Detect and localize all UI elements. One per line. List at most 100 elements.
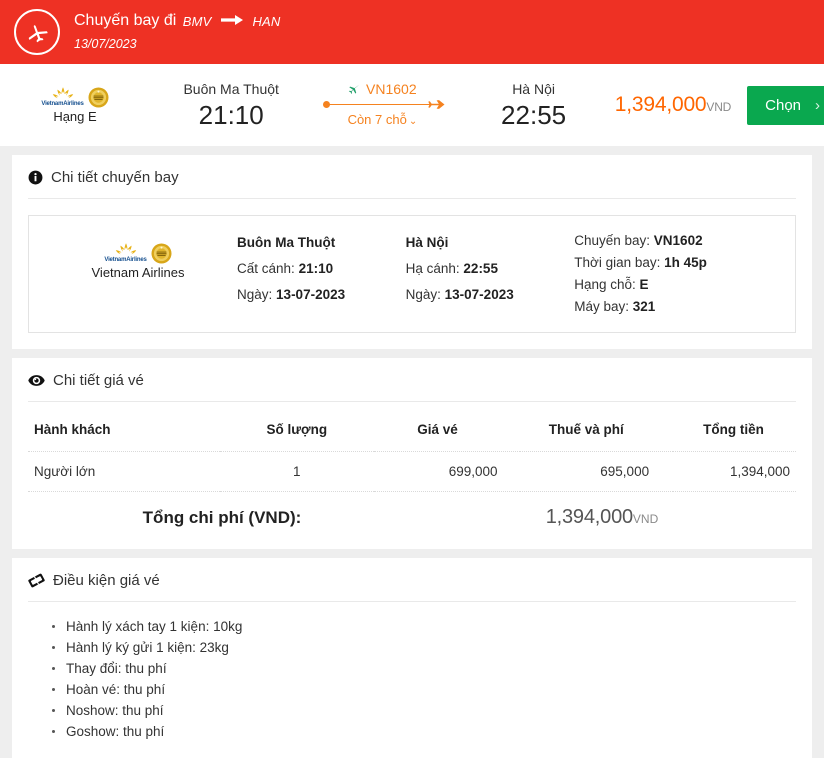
price-block: 1,394,000VND <box>615 93 747 117</box>
fare-table-header-row: Hành khách Số lượng Giá vé Thuế và phí T… <box>28 408 796 452</box>
cell-tax: 695,000 <box>520 452 674 492</box>
list-item: Noshow: thu phí <box>52 700 796 721</box>
list-item: Thay đổi: thu phí <box>52 658 796 679</box>
route-indicator: VN1602 Còn 7 chỗ⌄ <box>312 80 452 131</box>
detail-arrival-date-value: 13-07-2023 <box>445 287 514 302</box>
cell-passenger: Người lớn <box>28 452 220 492</box>
column-header-tax: Thuế và phí <box>520 408 674 452</box>
header-text-block: Chuyến bay đi BMV HAN 13/07/2023 <box>74 11 283 52</box>
detail-departure-time-label: Cất cánh: <box>237 261 295 276</box>
lotus-icon <box>111 242 141 258</box>
choose-button[interactable]: Chọn › <box>747 86 824 125</box>
grand-total-row: Tổng chi phí (VND): 1,394,000VND <box>28 492 796 533</box>
eye-icon <box>28 374 45 387</box>
fare-conditions-title: Điều kiện giá vé <box>28 572 796 602</box>
detail-class-row: Hạng chỗ: E <box>574 274 785 296</box>
grand-total-value: 1,394,000VND <box>412 506 792 529</box>
destination-code: HAN <box>252 14 280 29</box>
grand-total-currency: VND <box>633 512 658 526</box>
seats-remaining-label: Còn 7 chỗ <box>348 112 407 127</box>
detail-aircraft-value: 321 <box>633 299 656 314</box>
skyteam-badge-icon <box>88 87 109 108</box>
fare-conditions-card: Điều kiện giá vé Hành lý xách tay 1 kiện… <box>12 558 812 758</box>
flight-summary-bar[interactable]: VietnamAirlines Hạng E Buôn Ma Thuột 21:… <box>0 64 824 146</box>
flight-details-box: VietnamAirlines Vietnam Airlines Buôn Ma… <box>28 215 796 333</box>
route-bar <box>327 104 431 106</box>
column-header-total: Tổng tiền <box>673 408 796 452</box>
flight-details-airline: VietnamAirlines Vietnam Airlines <box>39 230 237 280</box>
page-title: Chuyến bay đi <box>74 13 176 30</box>
detail-arrival-time-value: 22:55 <box>463 261 498 276</box>
arrow-right-icon <box>221 11 243 31</box>
route-plane-icon <box>427 98 445 116</box>
flight-number: VN1602 <box>366 81 417 97</box>
vietnam-airlines-logo: VietnamAirlines <box>41 86 108 108</box>
route-line-graphic <box>323 99 441 111</box>
cell-total: 1,394,000 <box>673 452 796 492</box>
detail-aircraft-label: Máy bay: <box>574 299 629 314</box>
column-header-fare: Giá vé <box>374 408 520 452</box>
table-row: Người lớn 1 699,000 695,000 1,394,000 <box>28 452 796 492</box>
choose-button-label: Chọn <box>765 97 801 114</box>
cabin-class-label: Hạng E <box>53 109 96 124</box>
fare-conditions-list: Hành lý xách tay 1 kiện: 10kg Hành lý ký… <box>28 616 796 742</box>
detail-departure-column: Buôn Ma Thuột Cất cánh: 21:10 Ngày: 13-0… <box>237 230 406 308</box>
grand-total-amount: 1,394,000 <box>546 506 633 528</box>
detail-class-label: Hạng chỗ: <box>574 277 636 292</box>
detail-arrival-column: Hà Nội Hạ cánh: 22:55 Ngày: 13-07-2023 <box>406 230 575 308</box>
tag-icon <box>28 573 45 588</box>
detail-origin-city: Buôn Ma Thuột <box>237 230 406 256</box>
flight-details-title: Chi tiết chuyến bay <box>28 169 796 199</box>
detail-duration-row: Thời gian bay: 1h 45p <box>574 252 785 274</box>
skyteam-badge-icon <box>151 243 172 264</box>
lotus-logo-mark: VietnamAirlines <box>104 242 146 264</box>
airline-name: Vietnam Airlines <box>92 265 185 280</box>
lotus-logo-mark: VietnamAirlines <box>41 86 83 108</box>
column-header-passenger: Hành khách <box>28 408 220 452</box>
airline-logo-block: VietnamAirlines Hạng E <box>0 86 150 124</box>
detail-arrival-time-label: Hạ cánh: <box>406 261 460 276</box>
detail-flight-value: VN1602 <box>654 233 703 248</box>
detail-destination-city: Hà Nội <box>406 230 575 256</box>
header-title-line: Chuyến bay đi BMV HAN <box>74 11 283 31</box>
lotus-icon <box>48 86 78 102</box>
cell-fare: 699,000 <box>374 452 520 492</box>
detail-class-value: E <box>640 277 649 292</box>
small-plane-icon <box>348 84 360 95</box>
list-item: Goshow: thu phí <box>52 721 796 742</box>
list-item: Hành lý ký gửi 1 kiện: 23kg <box>52 637 796 658</box>
airline-wordmark: VietnamAirlines <box>104 257 146 264</box>
info-icon <box>28 170 43 185</box>
page-header: Chuyến bay đi BMV HAN 13/07/2023 <box>0 0 824 64</box>
detail-arrival-time-row: Hạ cánh: 22:55 <box>406 256 575 282</box>
cell-quantity: 1 <box>220 452 374 492</box>
flight-number-row: VN1602 <box>312 80 452 98</box>
fare-table: Hành khách Số lượng Giá vé Thuế và phí T… <box>28 408 796 492</box>
detail-arrival-date-label: Ngày: <box>406 287 441 302</box>
detail-departure-time-value: 21:10 <box>299 261 334 276</box>
price-amount: 1,394,000 <box>615 93 707 116</box>
destination-city: Hà Nội <box>452 79 614 99</box>
arrival-block: Hà Nội 22:55 <box>452 79 614 131</box>
detail-flight-label: Chuyến bay: <box>574 233 650 248</box>
flight-details-card: Chi tiết chuyến bay VietnamAirlines <box>12 155 812 349</box>
fare-details-title-text: Chi tiết giá vé <box>53 372 144 389</box>
departure-time: 21:10 <box>150 99 312 131</box>
airplane-icon <box>14 9 60 55</box>
fare-details-card: Chi tiết giá vé Hành khách Số lượng Giá … <box>12 358 812 549</box>
departure-block: Buôn Ma Thuột 21:10 <box>150 79 312 131</box>
detail-duration-value: 1h 45p <box>664 255 707 270</box>
detail-flight-row: Chuyến bay: VN1602 <box>574 230 785 252</box>
airline-wordmark: VietnamAirlines <box>41 101 83 108</box>
detail-departure-date-label: Ngày: <box>237 287 272 302</box>
price-currency: VND <box>706 100 731 114</box>
detail-departure-time-row: Cất cánh: 21:10 <box>237 256 406 282</box>
grand-total-label: Tổng chi phí (VND): <box>32 508 412 528</box>
vietnam-airlines-logo: VietnamAirlines <box>104 242 171 264</box>
chevron-down-icon: ⌄ <box>409 116 417 127</box>
fare-conditions-title-text: Điều kiện giá vé <box>53 572 160 589</box>
list-item: Hành lý xách tay 1 kiện: 10kg <box>52 616 796 637</box>
origin-code: BMV <box>183 14 212 29</box>
fare-details-title: Chi tiết giá vé <box>28 372 796 402</box>
detail-info-column: Chuyến bay: VN1602 Thời gian bay: 1h 45p… <box>574 230 785 318</box>
